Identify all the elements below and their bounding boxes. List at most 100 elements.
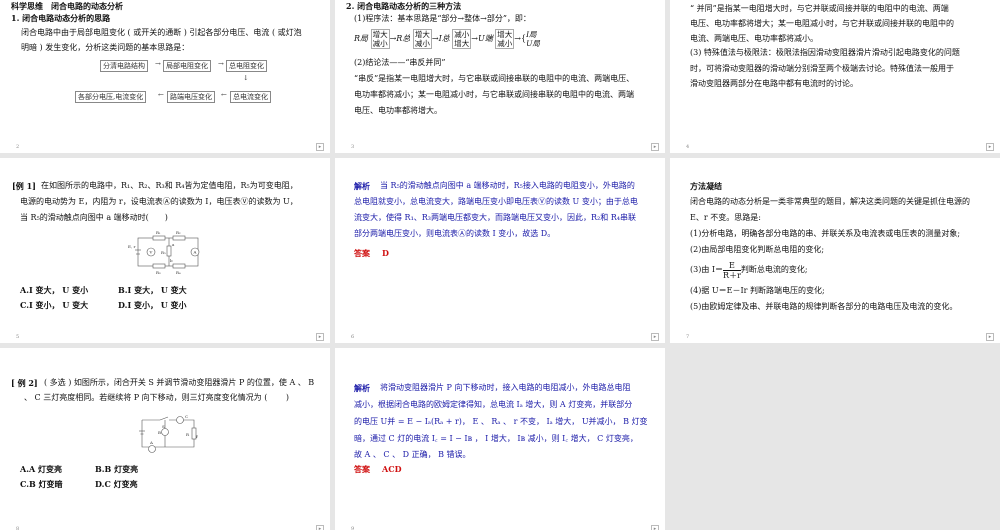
flow-box: 分清电路结构 <box>100 60 148 72</box>
analysis-line: 将滑动变阻器滑片 P 向下移动时，接入电路的电阻减小，外电路总电阻 <box>380 383 631 392</box>
example-label: [例 1] <box>12 181 36 191</box>
answer-value: ACD <box>382 464 402 474</box>
step-3-prefix: (3)由 I＝ <box>690 265 724 274</box>
analysis-line: 当 R₅的滑动触点向图中 a 端移动时，R₅接入电路的电阻变小，外电路的 <box>380 181 635 190</box>
slide-thumbnail-6[interactable]: 解析 当 R₅的滑动触点向图中 a 端移动时，R₅接入电路的电阻变小，外电路的 … <box>335 158 665 343</box>
label-r1: R₁ <box>156 230 161 235</box>
heading: 1. 闭合电路动态分析的思路 <box>11 13 111 23</box>
fraction: E R＋r <box>723 260 741 280</box>
flow-box: 总电阻变化 <box>226 60 267 72</box>
arrow-down-icon: ↓ <box>243 74 249 82</box>
slide-thumbnail-2[interactable]: 科学思维 闭合电路的动态分析 1. 闭合电路动态分析的思路 闭合电路中由于局部电… <box>0 0 330 153</box>
voltmeter-icon: V <box>149 250 153 255</box>
lamp-a-icon: A <box>149 440 153 445</box>
label-r5: R₅ <box>161 250 166 255</box>
question-line: ( 多选 ) 如图所示，闭合开关 S 并调节滑动变阻器滑片 P 的位置，使 A … <box>44 378 315 387</box>
method-2: (2)结论法——“串反并同” <box>354 58 446 67</box>
slide-thumbnail-8[interactable]: [ 例 2] ( 多选 ) 如图所示，闭合开关 S 并调节滑动变阻器滑片 P 的… <box>0 348 330 530</box>
page-number: 2 <box>16 144 20 150</box>
slide-end-icon: ▸ <box>986 143 994 151</box>
paragraph-line: (1)分析电路，明确各部分电路的串、并联关系及电流表或电压表的测量对象; <box>690 229 961 238</box>
analysis-line: 故 A 、 C 、 D 正确， B 错误。 <box>354 450 471 459</box>
page-number: 8 <box>16 526 20 530</box>
method-1: (1)程序法：基本思路是“部分→整体→部分”，即： <box>354 14 531 23</box>
paragraph-line: E、r 不变。思路是: <box>690 213 761 222</box>
analysis-label: 解析 <box>354 383 370 393</box>
paragraph-line: “ 并同”是指某一电阻增大时，与它并联或间接并联的电阻中的电流、两端 <box>690 4 949 13</box>
slide-thumbnail-3[interactable]: 2. 闭合电路动态分析的三种方法 (1)程序法：基本思路是“部分→整体→部分”，… <box>335 0 665 153</box>
label-r2: R₂ <box>176 230 181 235</box>
formula-term: U端 <box>477 34 493 43</box>
analysis-line: 的电压 U并 = E − Iₐ(Rₐ + r)， E 、 Rₐ 、 r 不变， … <box>354 417 648 426</box>
flow-box: 局部电阻变化 <box>163 60 211 72</box>
label-rheostat: R <box>186 432 190 437</box>
arrow-right-icon: → <box>155 60 161 68</box>
question-line: 当 R₅的滑动触点向图中 a 端移动时( ) <box>20 213 168 222</box>
paragraph-line: 闭合电路中由于局部电阻变化 ( 或开关的通断 ) 引起各部分电压、电流 ( 或灯… <box>21 28 302 37</box>
paragraph-line: (3) 特殊值法与极限法：极限法指因滑动变阻器滑片滑动引起电路变化的问题 <box>690 48 960 57</box>
label-a: a <box>172 242 175 247</box>
page-number: 4 <box>686 144 690 150</box>
analysis-line: 暗，通过 C 灯的电流 I꜀ = I − Iʙ ， I 增大， Iʙ 减小，则 … <box>354 434 638 443</box>
step-3-suffix: 判断总电流的变化; <box>740 265 808 274</box>
arrow-left-icon: ← <box>221 91 227 99</box>
option-b[interactable]: B.B 灯变亮 <box>95 464 138 474</box>
slide-end-icon: ▸ <box>986 333 994 341</box>
page-number: 7 <box>686 334 690 340</box>
option-d[interactable]: D.I 变小， U 变小 <box>118 300 187 310</box>
page-number: 9 <box>351 526 355 530</box>
slide-end-icon: ▸ <box>651 333 659 341</box>
formula-term: I总 <box>438 34 450 43</box>
paragraph-line: “串反”是指某一电阻增大时，与它串联或间接串联的电阻中的电流、两端电压、 <box>354 74 635 83</box>
formula-stack: 减小 增大 <box>452 29 472 49</box>
analysis-line: 部分两端电压变小，则电流表Ⓐ的读数 I 变小，故选 D。 <box>354 229 556 238</box>
step-5: (5)由欧姆定律及串、并联电路的规律判断各部分的电路电压及电流的变化。 <box>690 302 958 311</box>
example-label: [ 例 2] <box>11 378 38 388</box>
paragraph-line: 电压、电功率都将增大；某一电阻减小时，与它并联或间接并联的电阻中的 <box>690 19 954 28</box>
slide-thumbnail-9[interactable]: 解析 将滑动变阻器滑片 P 向下移动时，接入电路的电阻减小，外电路总电阻 减小，… <box>335 348 665 530</box>
flow-box: 各部分电压,电流变化 <box>75 91 147 103</box>
slide-end-icon: ▸ <box>651 143 659 151</box>
slide-thumbnail-7[interactable]: 方法凝结 闭合电路的动态分析是一类非常典型的题目，解决这类问题的关键是抓住电源的… <box>670 158 1000 343</box>
label-r4: R₄ <box>176 270 181 275</box>
label-slider: P <box>196 434 198 439</box>
paragraph-line: 电压、电功率都将增大。 <box>354 106 442 115</box>
flow-box: 总电流变化 <box>230 91 271 103</box>
paragraph-line: (2)由局部电阻变化判断总电阻的变化; <box>690 245 825 254</box>
label-b: b <box>170 258 173 263</box>
paragraph-line: 滑动变阻器两部分在电路中都有电流时的讨论。 <box>690 79 858 88</box>
option-a[interactable]: A.I 变大， U 变小 <box>20 285 88 295</box>
analysis-label: 解析 <box>354 181 370 191</box>
analysis-line: 流变大，使得 R₁、R₃两端电压都变大，而路端电压又变小，因此，R₂和 R₄串联 <box>354 213 637 222</box>
arrow-right-icon: → <box>218 60 224 68</box>
slide-end-icon: ▸ <box>316 525 324 530</box>
slide-thumbnail-5[interactable]: [例 1] 在如图所示的电路中，R₁、R₂、R₃和 R₄皆为定值电阻，R₅为可变… <box>0 158 330 343</box>
question-line: 在如图所示的电路中，R₁、R₂、R₃和 R₄皆为定值电阻，R₅为可变电阻， <box>41 181 298 190</box>
step-4: (4)据 U＝E－Ir 判断路端电压的变化; <box>690 286 825 295</box>
analysis-line: 减小，根据闭合电路的欧姆定律得知，总电流 Iₐ 增大，则 A 灯变亮，并联部分 <box>354 400 633 409</box>
option-d[interactable]: D.C 灯变亮 <box>95 479 138 489</box>
paragraph-line: 闭合电路的动态分析是一类非常典型的题目，解决这类问题的关键是抓住电源的 <box>690 197 970 206</box>
paragraph-line: 电功率都将减小；某一电阻减小时，与它串联或间接串联的电阻中的电流、两端 <box>354 90 634 99</box>
option-a[interactable]: A.A 灯变亮 <box>20 464 62 474</box>
paragraph-line: 时，可将滑动变阻器的滑动端分别滑至两个极端去讨论。特殊值法一般用于 <box>690 64 954 73</box>
arrow-left-icon: ← <box>158 91 164 99</box>
step-3: (3)由 I＝ E R＋r 判断总电流的变化; <box>690 260 808 280</box>
lamp-b-icon: B <box>158 430 161 435</box>
slide-end-icon: ▸ <box>316 333 324 341</box>
slide-thumbnail-4[interactable]: “ 并同”是指某一电阻增大时，与它并联或间接并联的电阻中的电流、两端 电压、电功… <box>670 0 1000 153</box>
ammeter-icon: A <box>193 250 197 255</box>
paragraph-line: 明暗 ) 发生变化，分析这类问题的基本思路是： <box>21 43 190 52</box>
formula-term: R总 <box>396 34 411 43</box>
answer-value: D <box>382 248 389 258</box>
label-r3: R₃ <box>156 270 161 275</box>
formula: R局 增大 减小→R总 增大 减小→I总 减小 增大→U端 增大 减小→{I局 U局 <box>354 29 540 49</box>
label-source: E, r <box>128 244 135 249</box>
option-c[interactable]: C.B 灯变暗 <box>20 479 63 489</box>
question-line: 、 C 三灯亮度相同。若继续将 P 向下移动，则三灯亮度变化情况为 ( ) <box>24 393 290 402</box>
label-switch: S <box>162 424 165 429</box>
option-b[interactable]: B.I 变大， U 变大 <box>118 285 187 295</box>
paragraph-line: 电流、两端电压、电功率都将减小。 <box>690 34 818 43</box>
option-c[interactable]: C.I 变小， U 变大 <box>20 300 88 310</box>
formula-stack: 增大 减小 <box>412 29 432 49</box>
